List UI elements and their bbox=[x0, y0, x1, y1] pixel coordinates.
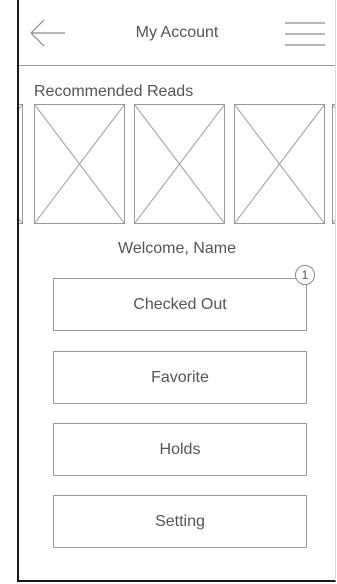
favorite-button[interactable]: Favorite bbox=[53, 351, 307, 404]
welcome-message: Welcome, Name bbox=[118, 240, 236, 257]
favorite-label: Favorite bbox=[151, 368, 209, 386]
book-thumbnail[interactable] bbox=[332, 104, 336, 224]
holds-button[interactable]: Holds bbox=[53, 423, 307, 476]
phone-frame: My Account Recommended Reads Welcome, Na… bbox=[17, 0, 336, 582]
recommended-reads-label: Recommended Reads bbox=[34, 83, 194, 100]
book-thumbnail[interactable] bbox=[34, 104, 125, 224]
back-button[interactable] bbox=[29, 18, 67, 48]
book-thumbnail[interactable] bbox=[234, 104, 325, 224]
arrow-left-icon bbox=[30, 19, 65, 47]
setting-button[interactable]: Setting bbox=[53, 495, 307, 548]
book-thumbnail[interactable] bbox=[134, 104, 225, 224]
checked-out-button[interactable]: Checked Out 1 bbox=[53, 265, 315, 331]
hamburger-menu-icon bbox=[285, 22, 325, 46]
top-bar: My Account bbox=[19, 0, 335, 66]
holds-label: Holds bbox=[159, 440, 201, 458]
menu-button[interactable] bbox=[285, 21, 325, 47]
setting-label: Setting bbox=[155, 512, 205, 530]
checked-out-label: Checked Out bbox=[133, 295, 227, 313]
recommended-carousel[interactable] bbox=[19, 104, 335, 224]
book-thumbnail[interactable] bbox=[17, 104, 23, 224]
notification-badge: 1 bbox=[295, 265, 315, 285]
